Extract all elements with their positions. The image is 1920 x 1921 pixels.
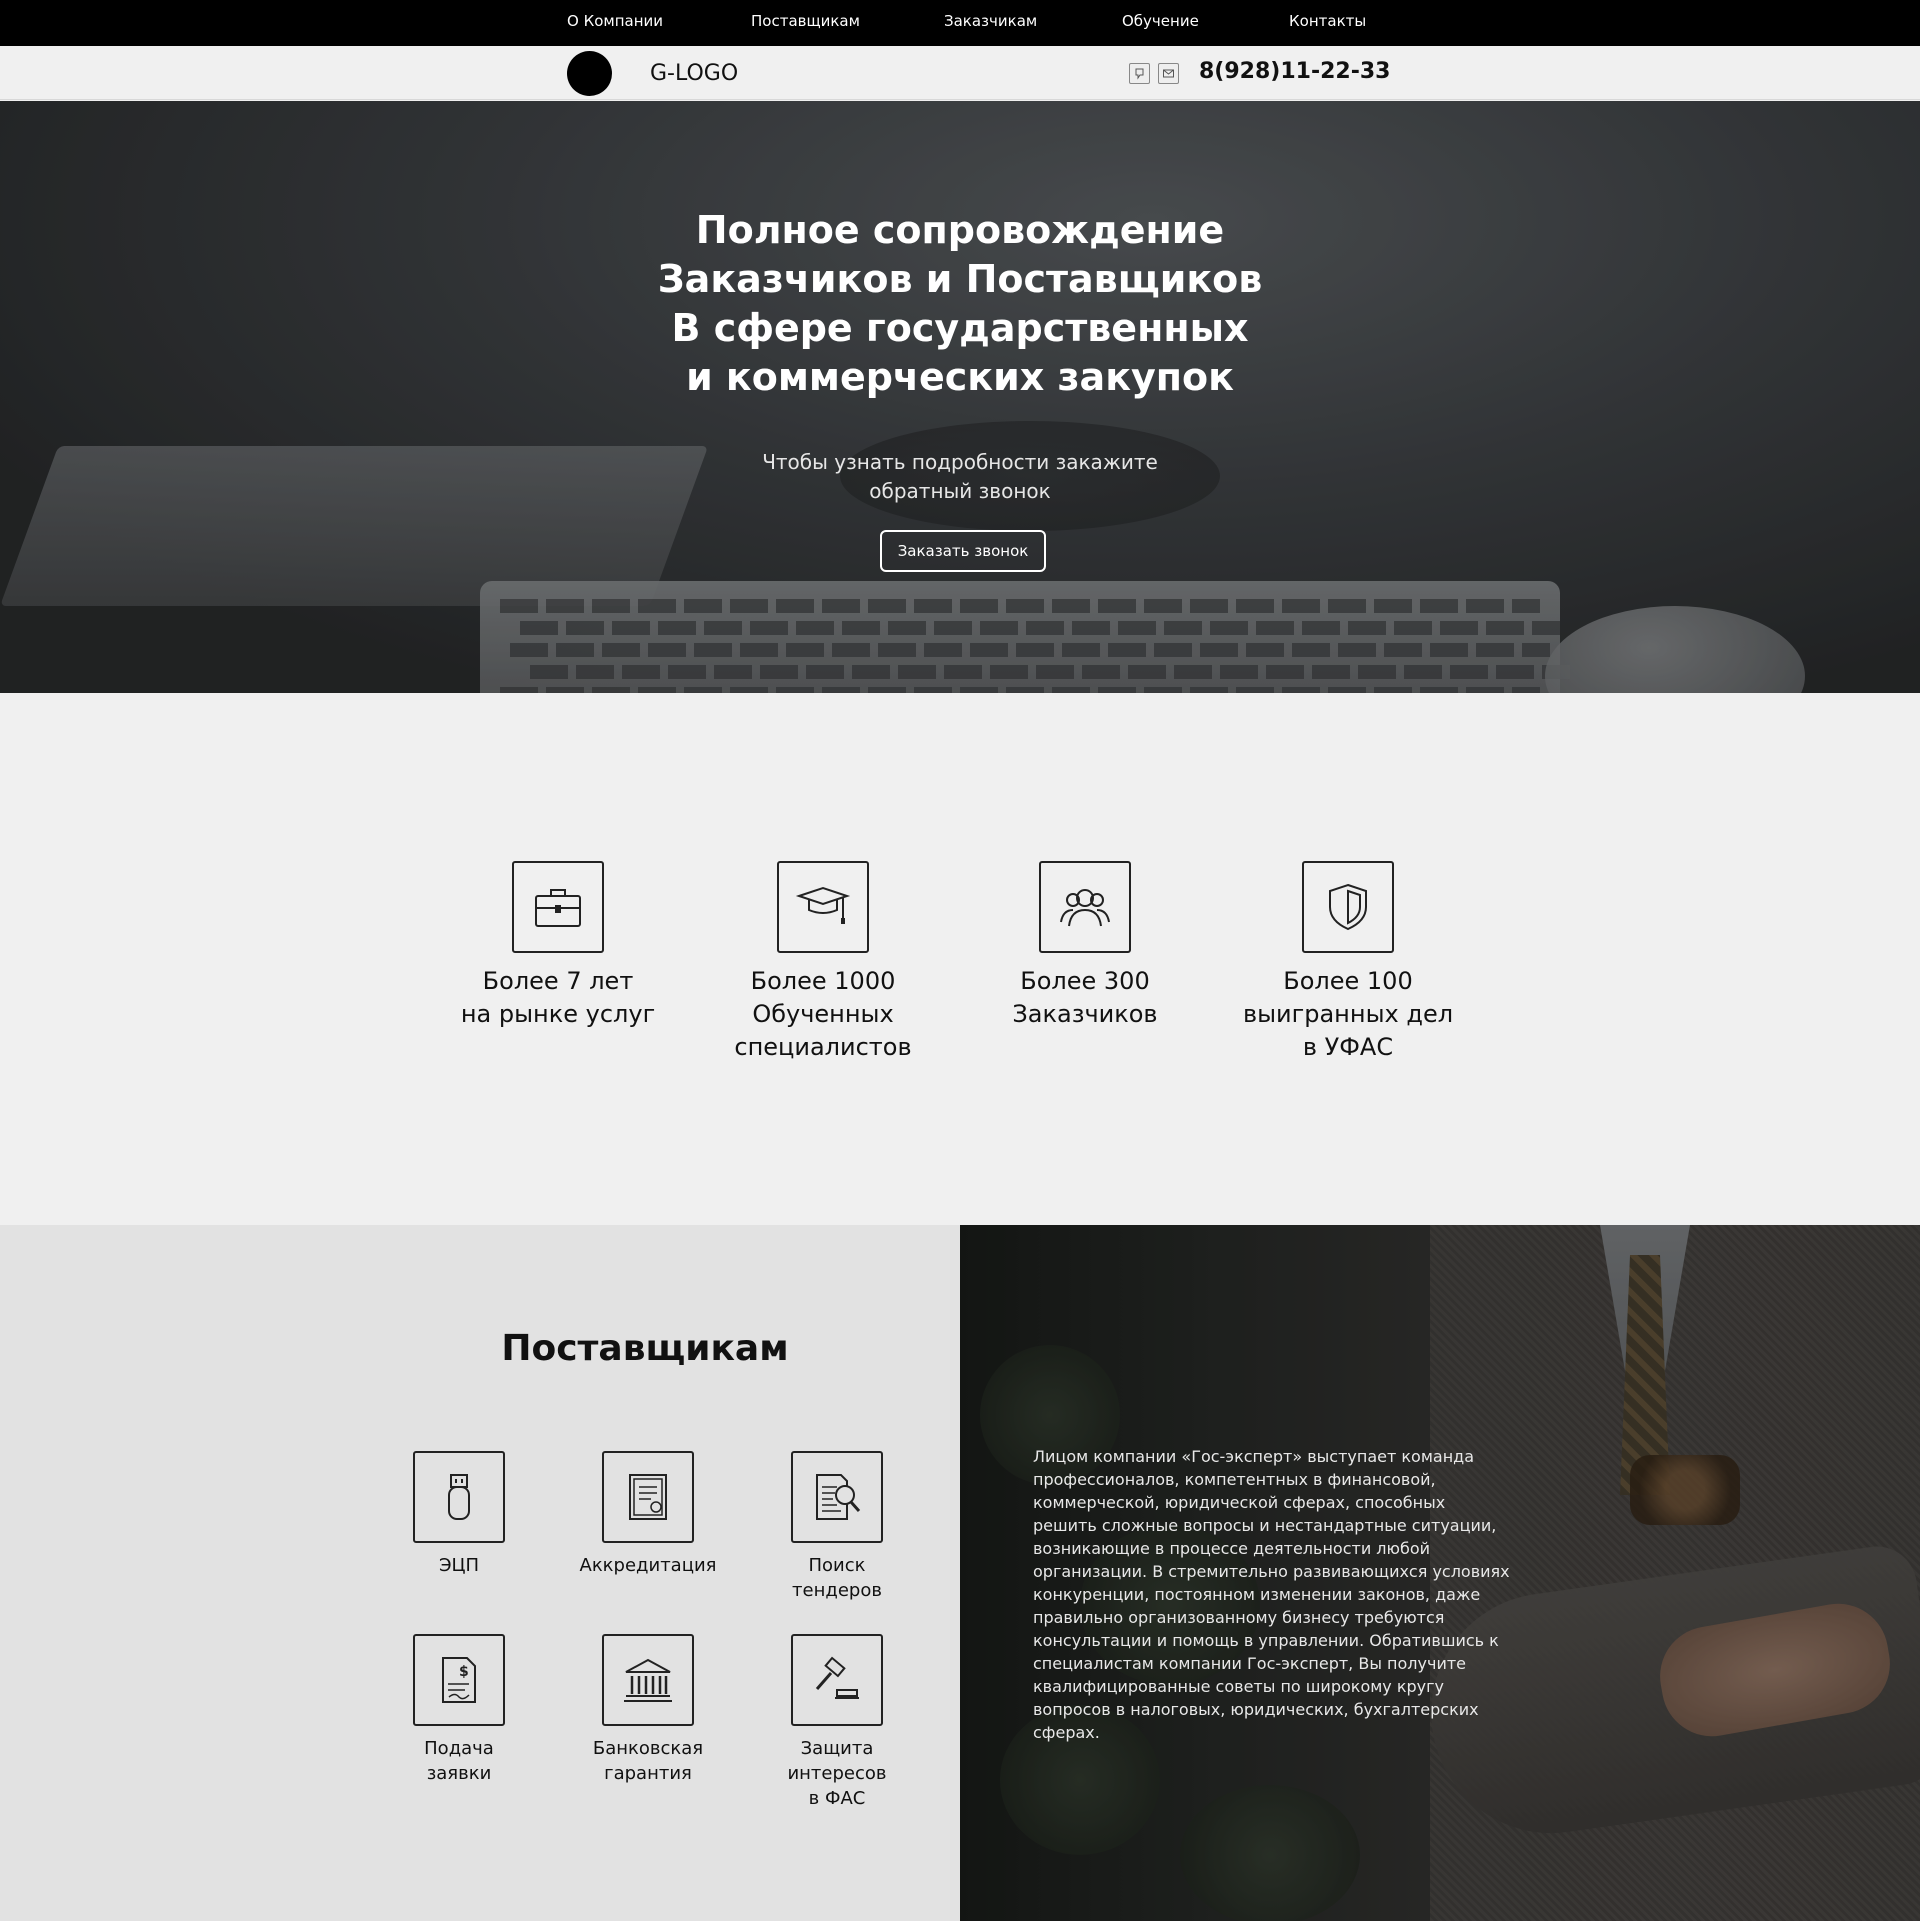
stat-label: Более 7 лет на рынке услуг <box>460 967 656 1028</box>
invoice-icon: $ <box>413 1634 505 1726</box>
gavel-icon <box>791 1634 883 1726</box>
header-bar: G-LOGO 8(928)11-22-33 <box>0 46 1920 100</box>
nav-item-training[interactable]: Обучение <box>1122 12 1199 30</box>
top-nav: О Компании Поставщикам Заказчикам Обучен… <box>0 0 1920 46</box>
service-application[interactable]: $ Подача заявки <box>374 1634 544 1786</box>
service-label: ЭЦП <box>438 1555 480 1576</box>
nav-item-about[interactable]: О Компании <box>567 12 663 30</box>
logo-text[interactable]: G-LOGO <box>650 61 738 86</box>
service-label: Банковская гарантия <box>592 1738 704 1784</box>
stat-cases: Более 100 выигранных дел в УФАС <box>1198 861 1498 1064</box>
stat-label: Более 100 выигранных дел в УФАС <box>1242 967 1454 1061</box>
about-panel: Лицом компании «Гос-эксперт» выступает к… <box>960 1225 1920 1921</box>
service-label: Аккредитация <box>579 1555 717 1576</box>
service-label: Защита интересов в ФАС <box>787 1738 887 1809</box>
nav-item-suppliers[interactable]: Поставщикам <box>751 12 860 30</box>
logo-icon[interactable] <box>567 51 612 96</box>
service-accreditation[interactable]: Аккредитация <box>563 1451 733 1578</box>
service-ecp[interactable]: ЭЦП <box>374 1451 544 1578</box>
service-label: Поиск тендеров <box>792 1555 882 1601</box>
service-tender-search[interactable]: Поиск тендеров <box>752 1451 922 1603</box>
graduation-cap-icon <box>777 861 869 953</box>
hero-subtitle: Чтобы узнать подробности закажите обратн… <box>762 450 1158 503</box>
shield-icon <box>1302 861 1394 953</box>
service-bank-guarantee[interactable]: Банковская гарантия <box>563 1634 733 1786</box>
order-call-button[interactable]: Заказать звонок <box>880 530 1046 572</box>
stat-label: Более 1000 Обученных специалистов <box>734 967 912 1061</box>
stat-label: Более 300 Заказчиков <box>1012 967 1158 1028</box>
service-label: Подача заявки <box>424 1738 494 1784</box>
document-search-icon <box>791 1451 883 1543</box>
usb-token-icon <box>413 1451 505 1543</box>
svg-text:$: $ <box>459 1664 469 1680</box>
briefcase-icon <box>512 861 604 953</box>
stat-years: Более 7 лет на рынке услуг <box>408 861 708 1031</box>
viber-icon[interactable] <box>1129 63 1150 84</box>
about-text: Лицом компании «Гос-эксперт» выступает к… <box>1033 1447 1510 1742</box>
nav-item-customers[interactable]: Заказчикам <box>944 12 1037 30</box>
bank-icon <box>602 1634 694 1726</box>
suppliers-section: Поставщикам ЭЦП Аккредитация Поиск тендер… <box>0 1225 960 1921</box>
stats-section: Более 7 лет на рынке услуг Более 1000 Обуч… <box>0 693 1920 1225</box>
hero-title: Полное сопровождение Заказчиков и Постав… <box>657 208 1263 399</box>
section-title: Поставщикам <box>501 1328 789 1369</box>
nav-item-contacts[interactable]: Контакты <box>1289 12 1366 30</box>
certificate-icon <box>602 1451 694 1543</box>
stat-trained: Более 1000 Обученных специалистов <box>673 861 973 1064</box>
service-fas-defense[interactable]: Защита интересов в ФАС <box>752 1634 922 1811</box>
hero-banner: Полное сопровождение Заказчиков и Постав… <box>0 101 1920 693</box>
customers-icon <box>1039 861 1131 953</box>
stat-customers: Более 300 Заказчиков <box>935 861 1235 1031</box>
mail-icon[interactable] <box>1158 63 1179 84</box>
phone-number[interactable]: 8(928)11-22-33 <box>1199 59 1390 84</box>
